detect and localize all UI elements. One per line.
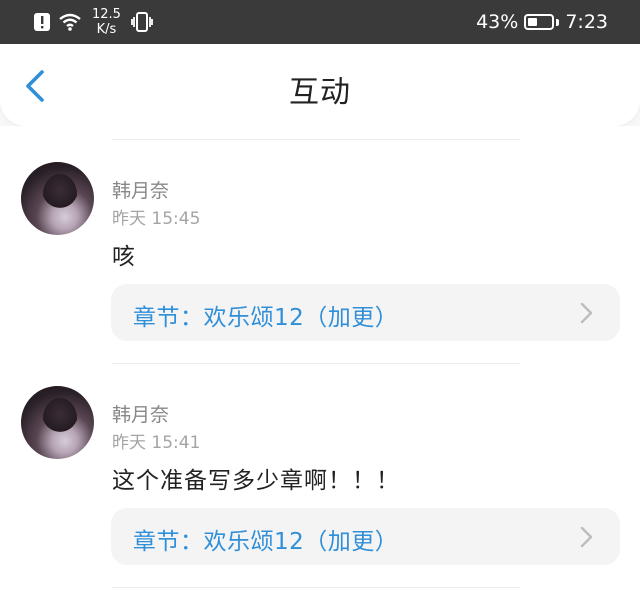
- chevron-right-icon: [580, 302, 593, 324]
- timestamp: 昨天 15:41: [112, 433, 201, 453]
- battery-tip: [556, 18, 560, 26]
- chapter-link[interactable]: 章节：欢乐颂12（加更）: [111, 508, 620, 565]
- chevron-right-icon: [580, 526, 593, 548]
- interaction-item: 韩月奈 昨天 15:41 这个准备写多少章啊！！！ 章节：欢乐颂12（加更）: [0, 350, 640, 574]
- vibrate-icon: [131, 12, 153, 32]
- page-title: 互动: [289, 75, 351, 110]
- wifi-icon: [58, 13, 82, 31]
- alert-icon: [34, 13, 50, 31]
- clock: 7:23: [565, 11, 608, 33]
- battery-icon: [524, 14, 555, 30]
- network-speed: 12.5 K/s: [92, 7, 121, 37]
- chapter-label: 章节：欢乐颂12（加更）: [133, 529, 399, 555]
- avatar[interactable]: [21, 386, 94, 459]
- net-speed-unit: K/s: [96, 22, 117, 37]
- header-bar: 互动: [0, 44, 640, 126]
- username[interactable]: 韩月奈: [112, 400, 169, 427]
- interaction-list: 韩月奈 昨天 15:45 咳 章节：欢乐颂12（加更） 韩月奈 昨天 15:41…: [0, 126, 640, 616]
- comment-text: 这个准备写多少章啊！！！: [112, 468, 400, 494]
- status-right: 43% 7:23: [476, 0, 608, 44]
- chapter-link[interactable]: 章节：欢乐颂12（加更）: [111, 284, 620, 341]
- battery-level-fill: [528, 18, 538, 26]
- status-left: 12.5 K/s: [34, 0, 153, 44]
- battery-percent: 43%: [476, 11, 519, 33]
- status-bar: 12.5 K/s 43% 7:23: [0, 0, 640, 44]
- avatar[interactable]: [21, 162, 94, 235]
- interaction-item: 韩月奈 昨天 15:45 咳 章节：欢乐颂12（加更）: [0, 126, 640, 350]
- chapter-label: 章节：欢乐颂12（加更）: [133, 305, 399, 331]
- divider: [112, 587, 520, 588]
- username[interactable]: 韩月奈: [112, 176, 169, 203]
- timestamp: 昨天 15:45: [112, 209, 201, 229]
- net-speed-value: 12.5: [92, 7, 121, 22]
- comment-text: 咳: [112, 244, 136, 270]
